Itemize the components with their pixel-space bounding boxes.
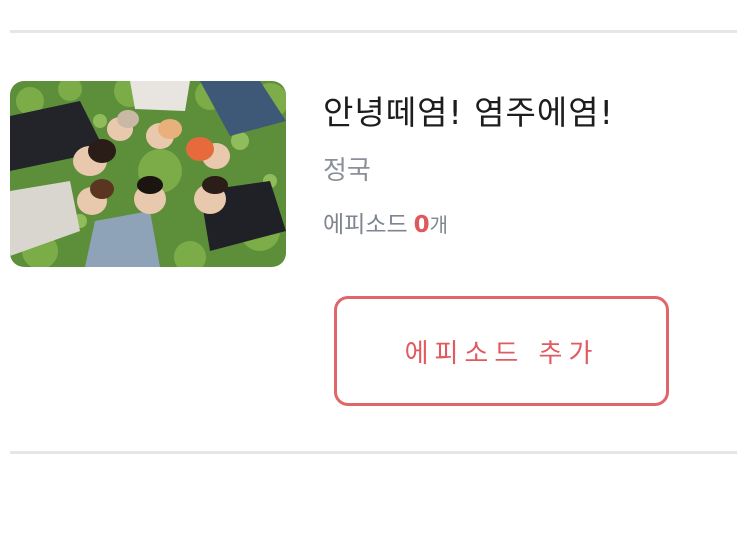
episodes-count: 0: [413, 212, 430, 238]
add-episode-label: 에피소드 추가: [404, 338, 599, 369]
episodes-unit: 개: [429, 213, 449, 237]
top-divider: [10, 30, 737, 33]
story-cover-image[interactable]: [10, 81, 286, 267]
add-episode-button[interactable]: 에피소드 추가: [334, 296, 669, 406]
episode-count-line: 에피소드 0개: [323, 205, 448, 239]
story-author: 정국: [323, 156, 371, 186]
story-title: 안녕떼염! 염주에염!: [323, 93, 614, 132]
episodes-label: 에피소드: [323, 212, 408, 238]
bottom-divider: [10, 451, 737, 454]
